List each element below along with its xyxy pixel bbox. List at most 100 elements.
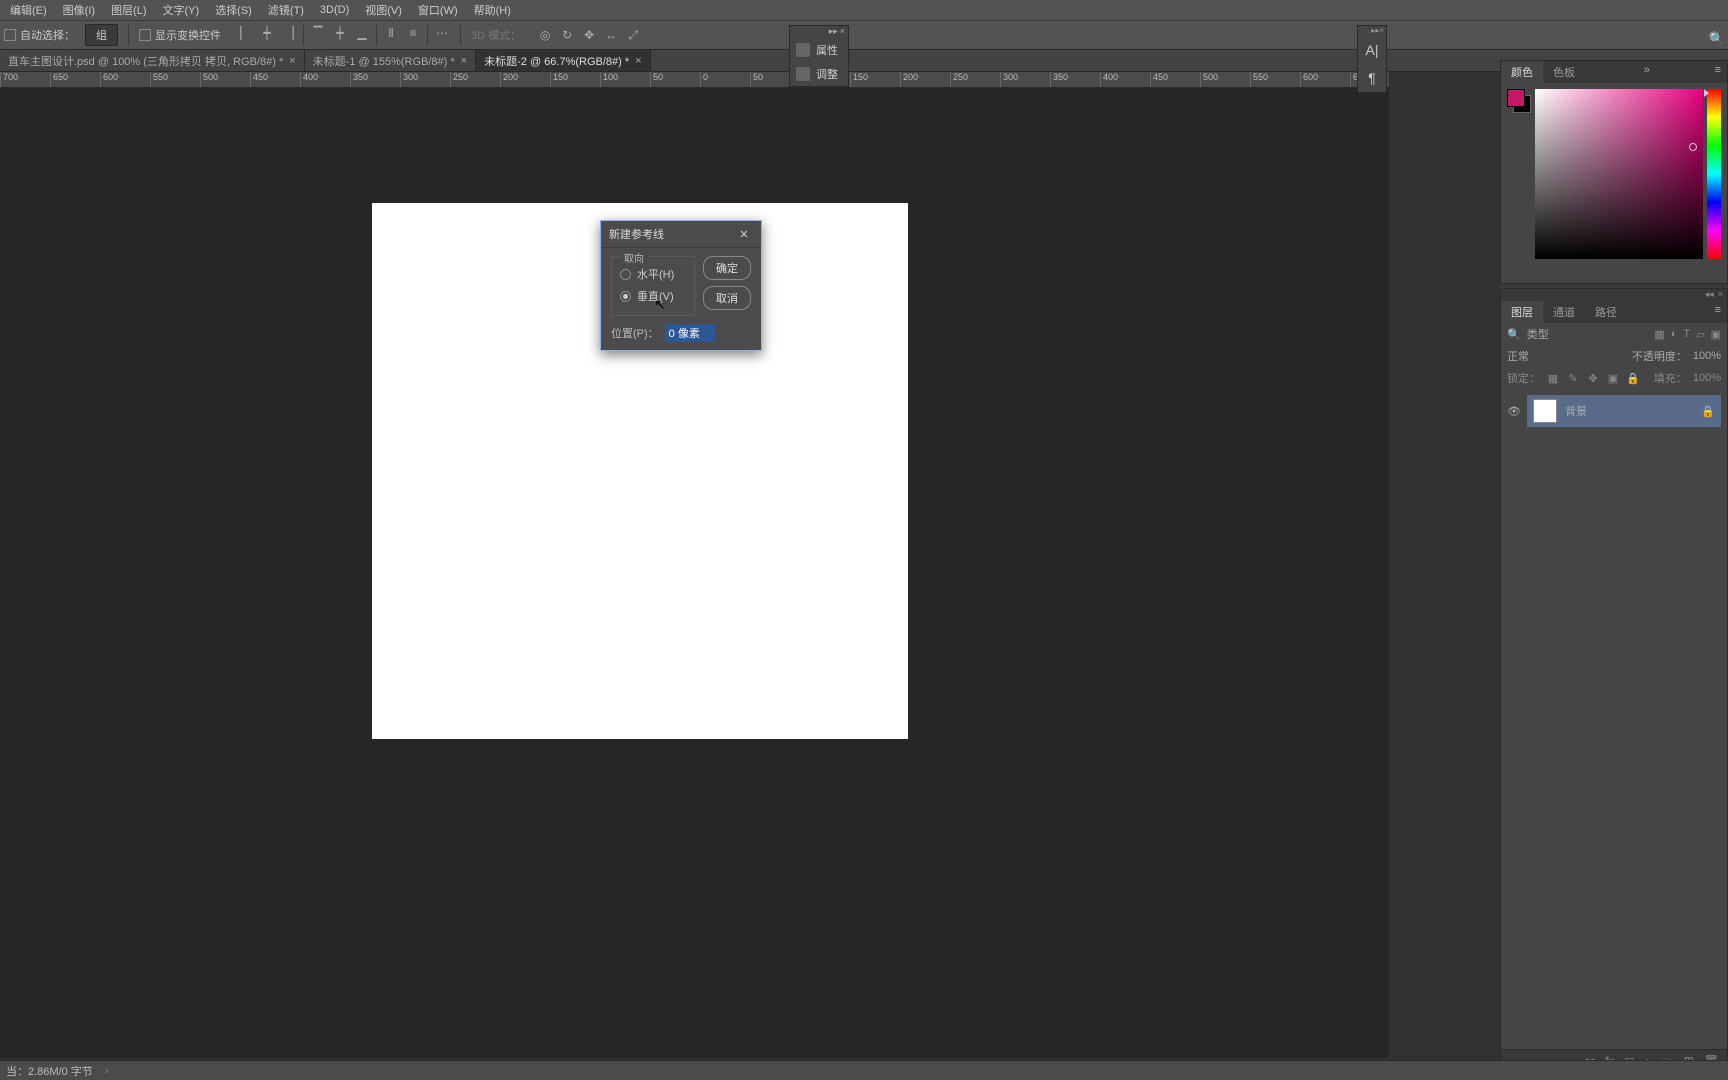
auto-select-checkbox[interactable]: 自动选择： <box>4 27 75 43</box>
expand-icon[interactable]: » <box>1638 61 1656 83</box>
color-panel-tabs: 颜色 色板 » ≡ <box>1501 61 1727 83</box>
foreground-color[interactable] <box>1507 89 1525 107</box>
separator <box>128 25 129 45</box>
properties-mini-panel[interactable]: ▸▸ × 属性 调整 <box>789 25 849 87</box>
filter-smart-icon[interactable]: ▣ <box>1711 328 1721 341</box>
lock-all-icon[interactable]: 🔒 <box>1626 372 1640 385</box>
menu-type[interactable]: 文字(Y) <box>157 0 206 20</box>
filter-shape-icon[interactable]: ▱ <box>1696 328 1704 341</box>
cancel-button[interactable]: 取消 <box>703 286 751 310</box>
status-bar: 当：2.86M/0 字节 › <box>0 1060 1728 1080</box>
lock-transparency-icon[interactable]: ▦ <box>1546 372 1560 385</box>
menu-3d[interactable]: 3D(D) <box>314 2 355 18</box>
lock-pixels-icon[interactable]: ✎ <box>1566 372 1580 385</box>
panel-menu-icon[interactable]: ≡ <box>1709 301 1727 323</box>
close-icon[interactable]: × <box>1718 289 1723 301</box>
fill-value[interactable]: 100% <box>1693 372 1721 384</box>
document-tab-2[interactable]: 未标题-1 @ 155%(RGB/8#) * × <box>305 50 476 71</box>
saturation-brightness-field[interactable] <box>1535 89 1703 259</box>
checkbox-icon <box>139 29 151 41</box>
search-icon[interactable]: 🔍 <box>1709 31 1725 47</box>
dialog-titlebar[interactable]: 新建参考线 ✕ <box>601 221 761 248</box>
close-icon[interactable]: ✕ <box>735 225 753 243</box>
properties-panel-button[interactable]: 属性 <box>790 38 848 62</box>
adjustments-panel-button[interactable]: 调整 <box>790 62 848 86</box>
radio-horizontal[interactable]: 水平(H) <box>620 263 686 285</box>
menu-select[interactable]: 选择(S) <box>209 0 258 20</box>
lock-position-icon[interactable]: ✥ <box>1586 372 1600 385</box>
tab-paths[interactable]: 路径 <box>1585 301 1627 323</box>
horizontal-ruler[interactable]: 7006506005505004504003503002502001501005… <box>0 72 1389 88</box>
close-icon[interactable]: × <box>635 55 641 67</box>
auto-select-dropdown[interactable]: 组 <box>85 24 118 46</box>
menu-image[interactable]: 图像(I) <box>57 0 101 20</box>
lock-artboard-icon[interactable]: ▣ <box>1606 372 1620 385</box>
document-tab-3[interactable]: 未标题-2 @ 66.7%(RGB/8#) * × <box>476 50 650 71</box>
align-right-icon[interactable]: ▕ <box>281 25 297 41</box>
menu-window[interactable]: 窗口(W) <box>412 0 464 20</box>
position-field-row: 位置(P)： 0 像素 <box>601 324 761 350</box>
character-panel-icon[interactable]: A| <box>1358 36 1386 64</box>
hue-slider[interactable] <box>1707 89 1721 259</box>
panel-menu-icon[interactable]: ≡ <box>1709 61 1727 83</box>
paragraph-panel-icon[interactable]: ¶ <box>1358 64 1386 92</box>
ruler-tick: 0 <box>700 72 750 87</box>
adjustments-icon <box>796 67 810 81</box>
lock-label: 锁定： <box>1507 370 1540 386</box>
close-icon[interactable]: × <box>289 55 295 67</box>
layer-name[interactable]: 背景 <box>1565 403 1587 419</box>
align-middle-icon[interactable]: ┿ <box>332 25 348 41</box>
search-icon[interactable]: 🔍 <box>1507 328 1521 341</box>
ruler-tick: 450 <box>250 72 300 87</box>
menu-help[interactable]: 帮助(H) <box>468 0 517 20</box>
menu-bar: 编辑(E) 图像(I) 图层(L) 文字(Y) 选择(S) 滤镜(T) 3D(D… <box>0 0 1728 20</box>
menu-view[interactable]: 视图(V) <box>359 0 408 20</box>
collapse-icon[interactable]: ◂◂ <box>1705 289 1714 301</box>
filter-adjustment-icon[interactable]: ◐ <box>1671 328 1678 341</box>
align-center-h-icon[interactable]: ┿ <box>259 25 275 41</box>
ok-button[interactable]: 确定 <box>703 256 751 280</box>
tab-color[interactable]: 颜色 <box>1501 61 1543 83</box>
close-icon[interactable]: × <box>461 55 467 67</box>
tab-layers[interactable]: 图层 <box>1501 301 1543 323</box>
align-bottom-icon[interactable]: ▁ <box>354 25 370 41</box>
mini-label: 属性 <box>816 42 838 58</box>
document-tab-1[interactable]: 直车主图设计.psd @ 100% (三角形拷贝 拷贝, RGB/8#) * × <box>0 50 305 71</box>
ruler-tick: 350 <box>350 72 400 87</box>
ruler-tick: 600 <box>1300 72 1350 87</box>
collapse-icon[interactable]: ▸▸ <box>829 26 838 38</box>
collapse-icon[interactable]: ▸▸ <box>1371 26 1379 36</box>
position-input[interactable]: 0 像素 <box>665 324 715 342</box>
chevron-right-icon[interactable]: › <box>105 1065 109 1077</box>
close-icon[interactable]: × <box>1379 26 1384 36</box>
menu-filter[interactable]: 滤镜(T) <box>262 0 310 20</box>
menu-edit[interactable]: 编辑(E) <box>4 0 53 20</box>
position-label: 位置(P)： <box>611 325 659 341</box>
close-icon[interactable]: × <box>840 26 845 38</box>
menu-layer[interactable]: 图层(L) <box>105 0 152 20</box>
distribute-h-icon[interactable]: ⫴ <box>383 25 399 41</box>
tab-channels[interactable]: 通道 <box>1543 301 1585 323</box>
mode-3d-icons: ◎ ↻ ✥ ↔ ⤢ <box>537 27 641 43</box>
show-transform-checkbox[interactable]: 显示变换控件 <box>139 27 221 43</box>
distribute-v-icon[interactable]: ≡ <box>405 25 421 41</box>
blend-mode-dropdown[interactable]: 正常 <box>1507 348 1529 364</box>
opacity-value[interactable]: 100% <box>1693 350 1721 362</box>
foreground-background-swatch[interactable] <box>1507 89 1531 113</box>
align-top-icon[interactable]: ▔ <box>310 25 326 41</box>
filter-type-dropdown[interactable]: 类型 <box>1527 326 1549 342</box>
filter-type-icon[interactable]: T <box>1683 328 1690 341</box>
align-left-icon[interactable]: ▏ <box>237 25 253 41</box>
tab-label: 直车主图设计.psd @ 100% (三角形拷贝 拷贝, RGB/8#) * <box>8 53 283 69</box>
visibility-icon[interactable]: 👁 <box>1507 405 1521 418</box>
layer-item-background[interactable]: 背景 🔒 <box>1527 395 1721 427</box>
tab-swatches[interactable]: 色板 <box>1543 61 1585 83</box>
radio-icon <box>620 291 631 302</box>
radio-vertical[interactable]: 垂直(V) <box>620 285 686 307</box>
filter-pixel-icon[interactable]: ▦ <box>1654 328 1664 341</box>
mini-panel-header: ▸▸ × <box>790 26 848 38</box>
doc-size-label[interactable]: 当：2.86M/0 字节 <box>6 1063 93 1079</box>
lock-icon[interactable]: 🔒 <box>1701 405 1715 418</box>
more-options-icon[interactable]: ⋯ <box>434 25 450 41</box>
layer-thumbnail[interactable] <box>1533 399 1557 423</box>
